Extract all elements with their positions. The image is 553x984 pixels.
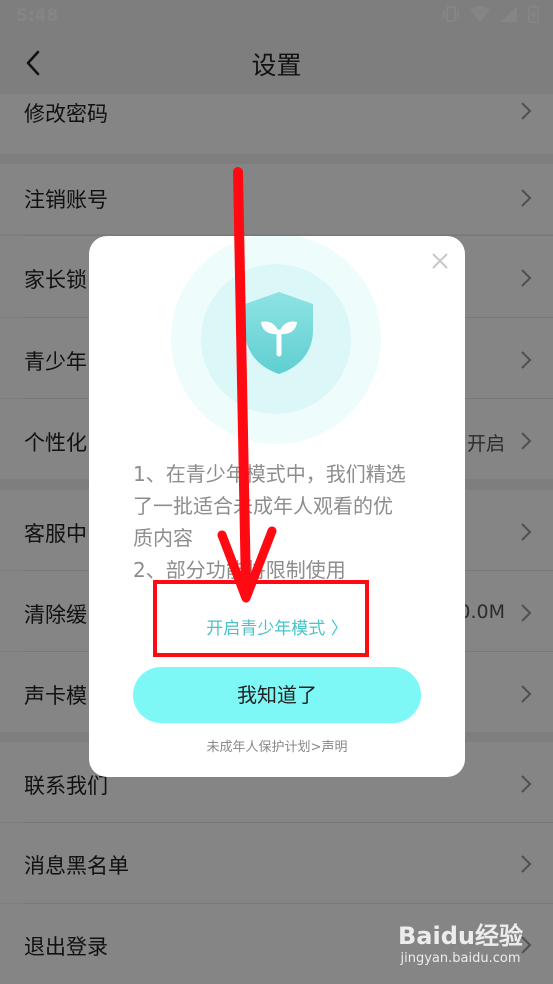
- watermark-logo: Baidu经验: [398, 922, 523, 950]
- got-it-button[interactable]: 我知道了: [133, 667, 421, 723]
- description-line: 质内容: [133, 526, 193, 550]
- baidu-jingyan-watermark: Baidu经验 jingyan.baidu.com: [398, 916, 523, 966]
- minor-protection-link[interactable]: 未成年人保护计划>声明: [89, 736, 465, 755]
- description-line: 1、在青少年模式中，我们精选: [133, 462, 406, 486]
- close-icon[interactable]: [429, 250, 451, 272]
- teen-mode-description: 1、在青少年模式中，我们精选 了一批适合未成年人观看的优 质内容 2、部分功能将…: [133, 458, 433, 586]
- shield-sprout-icon: [245, 292, 313, 374]
- watermark-url: jingyan.baidu.com: [400, 951, 521, 966]
- description-line: 了一批适合未成年人观看的优: [133, 494, 393, 518]
- annotation-highlight-box: [153, 580, 369, 657]
- teen-mode-dialog: 1、在青少年模式中，我们精选 了一批适合未成年人观看的优 质内容 2、部分功能将…: [89, 236, 465, 777]
